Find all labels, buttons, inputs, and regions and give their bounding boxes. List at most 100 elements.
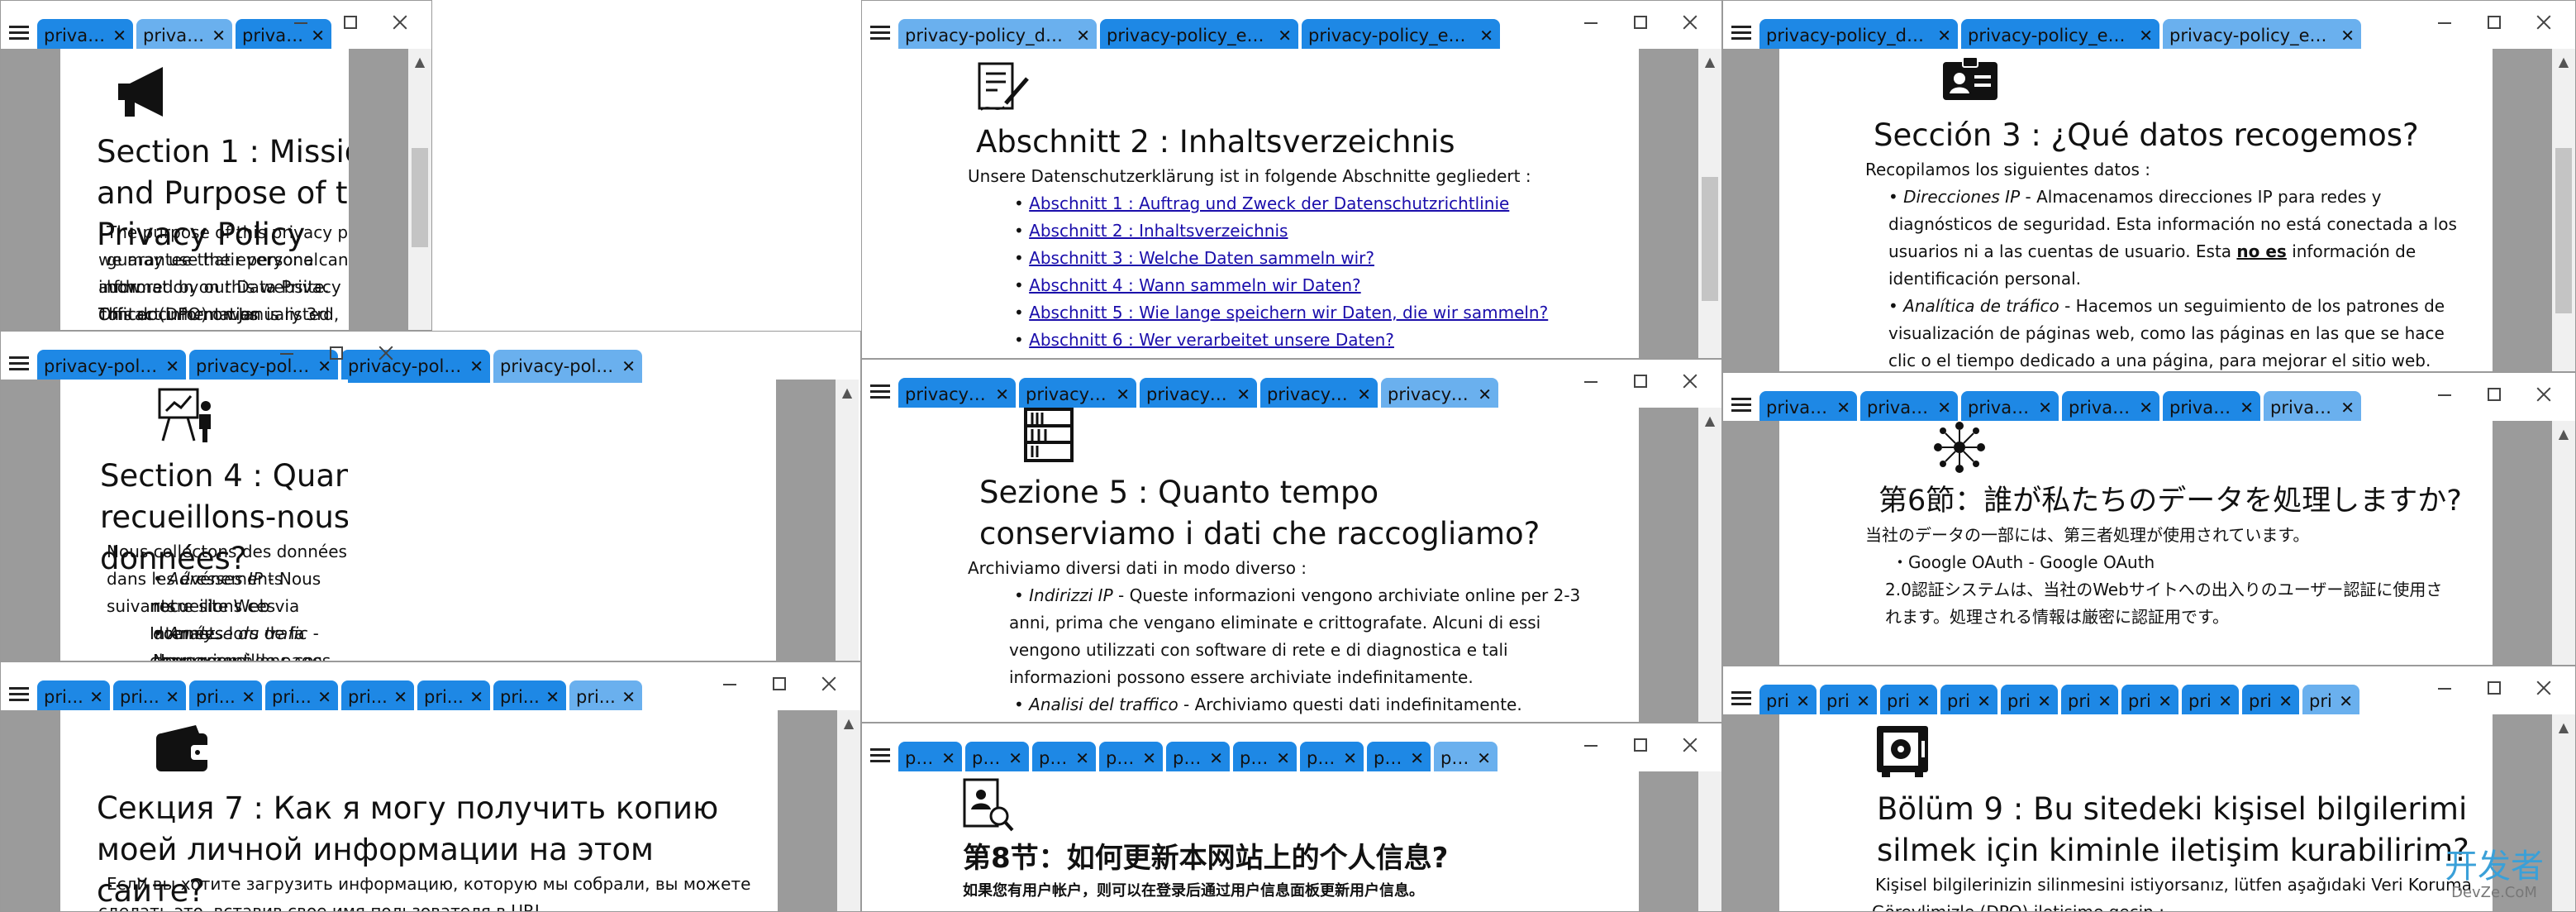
scrollbar[interactable]: ▲: [1698, 49, 1721, 358]
close-tab-icon[interactable]: ✕: [1937, 19, 1951, 52]
scrollbar-thumb[interactable]: [412, 148, 428, 247]
tab-pdf-active[interactable]: privacy-policy_de.p... ✕: [898, 19, 1097, 52]
tab-pdf[interactable]: pri ✕: [1880, 685, 1937, 718]
maximize-icon[interactable]: [1629, 733, 1652, 757]
tab-pdf[interactable]: pri ✕: [1820, 685, 1877, 718]
minimize-icon[interactable]: [289, 11, 312, 34]
close-tab-icon[interactable]: ✕: [317, 680, 331, 714]
maximize-icon[interactable]: [2483, 383, 2506, 406]
tab-pdf[interactable]: pri... ✕: [113, 680, 186, 714]
close-tab-icon[interactable]: ✕: [1410, 742, 1424, 775]
scroll-up-icon[interactable]: ▲: [408, 54, 431, 69]
minimize-icon[interactable]: [1579, 11, 1602, 34]
close-tab-icon[interactable]: ✕: [941, 742, 955, 775]
tab-pdf[interactable]: privacy-policy_de... ✕: [37, 19, 133, 52]
scrollbar[interactable]: ▲: [1698, 408, 1721, 722]
close-tab-icon[interactable]: ✕: [1796, 685, 1810, 718]
close-tab-icon[interactable]: ✕: [1477, 742, 1491, 775]
close-tab-icon[interactable]: ✕: [1479, 19, 1493, 52]
tab-pdf-active[interactable]: pri ✕: [2302, 685, 2359, 718]
close-icon[interactable]: [2532, 676, 2555, 700]
minimize-icon[interactable]: [275, 341, 298, 365]
tab-pdf[interactable]: pri... ✕: [493, 680, 566, 714]
tab-pdf[interactable]: pri... ✕: [189, 680, 262, 714]
tab-pdf[interactable]: pr... ✕: [898, 742, 962, 775]
tab-pdf[interactable]: pr... ✕: [1166, 742, 1230, 775]
toc-link[interactable]: Abschnitt 4 : Wann sammeln wir Daten?: [1029, 275, 1361, 295]
tab-pdf[interactable]: pri... ✕: [265, 680, 338, 714]
close-tab-icon[interactable]: ✕: [393, 680, 407, 714]
tab-pdf[interactable]: pri... ✕: [341, 680, 414, 714]
tab-pdf[interactable]: privacy-... ✕: [1019, 378, 1136, 411]
scrollbar[interactable]: ▲: [2552, 421, 2575, 665]
tab-pdf[interactable]: pri ✕: [2001, 685, 2058, 718]
tab-pdf[interactable]: privac... ✕: [2163, 391, 2260, 424]
scrollbar[interactable]: ▲: [408, 49, 431, 330]
close-tab-icon[interactable]: ✕: [2097, 685, 2112, 718]
close-icon[interactable]: [1678, 370, 1702, 393]
tab-pdf[interactable]: pr... ✕: [1032, 742, 1096, 775]
close-tab-icon[interactable]: ✕: [212, 19, 226, 52]
tab-pdf[interactable]: privac... ✕: [2062, 391, 2159, 424]
scroll-up-icon[interactable]: ▲: [837, 715, 860, 731]
close-tab-icon[interactable]: ✕: [1836, 391, 1850, 424]
toc-link[interactable]: Abschnitt 2 : Inhaltsverzeichnis: [1029, 221, 1288, 241]
close-tab-icon[interactable]: ✕: [545, 680, 559, 714]
tab-pdf-active[interactable]: pr... ✕: [1434, 742, 1498, 775]
close-tab-icon[interactable]: ✕: [1357, 378, 1371, 411]
close-tab-icon[interactable]: ✕: [2038, 391, 2052, 424]
minimize-icon[interactable]: [718, 672, 741, 695]
tab-pdf[interactable]: pri ✕: [2182, 685, 2239, 718]
close-tab-icon[interactable]: ✕: [1276, 742, 1290, 775]
menu-icon[interactable]: [870, 26, 890, 41]
toc-link[interactable]: Abschnitt 6 : Wer verarbeitet unsere Dat…: [1029, 330, 1394, 350]
maximize-icon[interactable]: [325, 341, 348, 365]
tab-pdf[interactable]: pri ✕: [2242, 685, 2299, 718]
tab-pdf[interactable]: privacy-policy_de.p... ✕: [1759, 19, 1958, 52]
close-tab-icon[interactable]: ✕: [2339, 685, 2353, 718]
tab-pdf[interactable]: privacy-... ✕: [898, 378, 1016, 411]
scroll-up-icon[interactable]: ▲: [1698, 54, 1721, 69]
minimize-icon[interactable]: [2433, 11, 2456, 34]
close-tab-icon[interactable]: ✕: [1478, 378, 1492, 411]
maximize-icon[interactable]: [339, 11, 362, 34]
close-tab-icon[interactable]: ✕: [469, 350, 483, 383]
tab-pdf[interactable]: privacy-polic... ✕: [37, 350, 186, 383]
tab-pdf[interactable]: pr... ✕: [1367, 742, 1431, 775]
scrollbar[interactable]: ▲: [836, 380, 859, 661]
tab-pdf[interactable]: pr... ✕: [965, 742, 1029, 775]
scroll-up-icon[interactable]: ▲: [2552, 54, 2575, 69]
close-tab-icon[interactable]: ✕: [2340, 19, 2355, 52]
tab-pdf[interactable]: pr... ✕: [1233, 742, 1297, 775]
close-tab-icon[interactable]: ✕: [1236, 378, 1250, 411]
tab-pdf[interactable]: pri ✕: [2061, 685, 2118, 718]
toc-link[interactable]: Abschnitt 5 : Wie lange speichern wir Da…: [1029, 303, 1548, 322]
close-tab-icon[interactable]: ✕: [1937, 391, 1951, 424]
close-icon[interactable]: [1678, 733, 1702, 757]
close-tab-icon[interactable]: ✕: [1343, 742, 1357, 775]
scrollbar-thumb[interactable]: [1702, 177, 1718, 301]
close-tab-icon[interactable]: ✕: [1076, 19, 1090, 52]
tab-pdf-active[interactable]: privacy-polic... ✕: [493, 350, 642, 383]
maximize-icon[interactable]: [2483, 11, 2506, 34]
scroll-up-icon[interactable]: ▲: [836, 384, 859, 400]
toc-link[interactable]: Abschnitt 1 : Auftrag und Zweck der Date…: [1029, 193, 1509, 213]
close-tab-icon[interactable]: ✕: [1977, 685, 1991, 718]
tab-pdf[interactable]: privac... ✕: [1961, 391, 2059, 424]
tab-pdf[interactable]: privac... ✕: [1860, 391, 1958, 424]
close-tab-icon[interactable]: ✕: [469, 680, 483, 714]
tab-pdf-active[interactable]: privac... ✕: [2264, 391, 2361, 424]
tab-pdf[interactable]: privac... ✕: [1759, 391, 1857, 424]
close-tab-icon[interactable]: ✕: [1142, 742, 1156, 775]
close-tab-icon[interactable]: ✕: [1116, 378, 1130, 411]
close-tab-icon[interactable]: ✕: [2139, 19, 2153, 52]
tab-pdf[interactable]: pri... ✕: [37, 680, 110, 714]
menu-icon[interactable]: [1731, 26, 1751, 41]
menu-icon[interactable]: [1731, 691, 1751, 706]
scroll-up-icon[interactable]: ▲: [1698, 413, 1721, 428]
close-tab-icon[interactable]: ✕: [1917, 685, 1931, 718]
close-icon[interactable]: [2532, 383, 2555, 406]
toc-link[interactable]: Abschnitt 3 : Welche Daten sammeln wir?: [1029, 248, 1374, 268]
minimize-icon[interactable]: [2433, 676, 2456, 700]
tab-pdf[interactable]: pr... ✕: [1300, 742, 1364, 775]
